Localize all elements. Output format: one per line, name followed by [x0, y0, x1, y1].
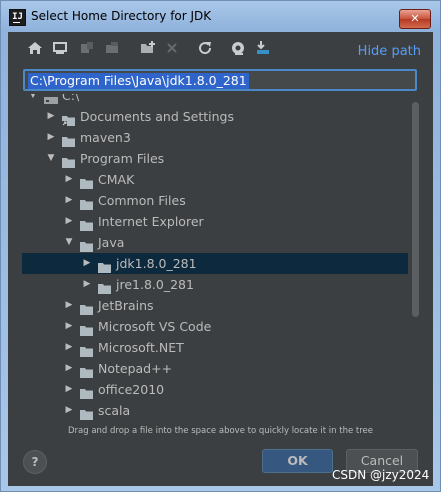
- new-folder-icon[interactable]: [139, 39, 157, 57]
- delete-icon: [163, 39, 181, 57]
- folder-icon: [80, 216, 93, 231]
- hide-path-link[interactable]: Hide path: [358, 44, 421, 59]
- expand-arrow-right-icon[interactable]: ▶: [64, 400, 74, 421]
- tree-row[interactable]: ▶ scala: [22, 400, 408, 421]
- expand-arrow-right-icon[interactable]: ▶: [82, 274, 92, 295]
- tree-row-label: office2010: [98, 382, 165, 397]
- tree-row[interactable]: ▼ Java: [22, 232, 408, 253]
- directory-tree[interactable]: ▶ scala ▶ office2010 ▶ Notepad++ ▶ Microsoft.NE…: [22, 94, 421, 421]
- tree-row-label: JetBrains: [98, 298, 154, 313]
- tree-row[interactable]: ▶ Internet Explorer: [22, 211, 408, 232]
- tree-row-label: maven3: [80, 130, 131, 145]
- window-title: Select Home Directory for JDK: [31, 9, 212, 23]
- toolbar: Hide path: [8, 32, 433, 62]
- tree-row-label: jre1.8.0_281: [116, 277, 194, 292]
- folder-icon: [80, 174, 93, 189]
- tree-row[interactable]: ▶ Common Files: [22, 190, 408, 211]
- tree-row-label: Java: [98, 235, 125, 250]
- folder-icon: [80, 300, 93, 315]
- tree-row-label: Common Files: [98, 193, 186, 208]
- expand-arrow-right-icon[interactable]: ▶: [64, 316, 74, 337]
- refresh-icon[interactable]: [196, 39, 214, 57]
- tree-row-label: Notepad++: [98, 361, 173, 376]
- folder-icon: [80, 363, 93, 378]
- tree-row-label: Program Files: [80, 151, 165, 166]
- folder-icon: [62, 153, 75, 168]
- tree-row-label: CMAK: [98, 172, 135, 187]
- tree-row[interactable]: ▶ CMAK: [22, 169, 408, 190]
- tree-row-label: Internet Explorer: [98, 214, 204, 229]
- expand-arrow-down-icon[interactable]: ▼: [28, 94, 38, 106]
- tree-row[interactable]: ▶ Microsoft.NET: [22, 337, 408, 358]
- tree-row[interactable]: ▼ Program Files: [22, 148, 408, 169]
- tree-row[interactable]: ▶ jre1.8.0_281: [22, 274, 408, 295]
- folder-icon: [80, 342, 93, 357]
- desktop-icon[interactable]: [51, 39, 69, 57]
- module-icon: [103, 39, 121, 57]
- expand-arrow-right-icon[interactable]: ▶: [46, 106, 56, 127]
- tree-row[interactable]: ▶ maven3: [22, 127, 408, 148]
- tree-row[interactable]: ▶ JetBrains: [22, 295, 408, 316]
- expand-arrow-right-icon[interactable]: ▶: [64, 295, 74, 316]
- expand-arrow-right-icon[interactable]: ▶: [64, 190, 74, 211]
- path-input-value: C:\Program Files\Java\jdk1.8.0_281: [28, 73, 249, 89]
- home-icon[interactable]: [26, 39, 44, 57]
- drag-drop-hint: Drag and drop a file into the space abov…: [67, 426, 373, 436]
- scrollbar-thumb[interactable]: [412, 102, 419, 317]
- drive-icon: [44, 94, 58, 104]
- title-bar[interactable]: IJ Select Home Directory for JDK ✕: [1, 1, 440, 32]
- watermark-text: CSDN @jzy2024: [332, 468, 430, 482]
- intellij-logo-icon: IJ: [9, 9, 26, 26]
- select-file-icon[interactable]: [254, 39, 272, 57]
- tree-row[interactable]: ▶ Documents and Settings: [22, 106, 408, 127]
- folder-icon: [62, 132, 75, 147]
- expand-arrow-down-icon[interactable]: ▼: [46, 148, 56, 169]
- tree-row[interactable]: ▶ Microsoft VS Code: [22, 316, 408, 337]
- show-hidden-icon[interactable]: [229, 39, 247, 57]
- folder-icon: [98, 279, 111, 294]
- expand-arrow-right-icon[interactable]: ▶: [64, 169, 74, 190]
- folder-icon: [80, 237, 93, 252]
- folder-icon: [80, 321, 93, 336]
- tree-row-label: scala: [98, 403, 131, 418]
- tree-row[interactable]: ▶ Notepad++: [22, 358, 408, 379]
- tree-row-label: jdk1.8.0_281: [116, 256, 197, 271]
- tree-row[interactable]: ▼ C:\: [22, 94, 408, 106]
- tree-row-label: Documents and Settings: [80, 109, 235, 124]
- dialog-window: IJ Select Home Directory for JDK ✕ Hide …: [0, 0, 441, 492]
- help-button[interactable]: ?: [23, 450, 47, 474]
- folder-icon: [80, 405, 93, 420]
- tree-row-label: C:\: [62, 94, 80, 103]
- expand-arrow-right-icon[interactable]: ▶: [64, 379, 74, 400]
- ok-button[interactable]: OK: [262, 449, 333, 473]
- folder-shortcut-icon: [62, 111, 75, 126]
- tree-row-label: Microsoft VS Code: [98, 319, 212, 334]
- tree-row[interactable]: ▶ office2010: [22, 379, 408, 400]
- tree-row-selected[interactable]: ▶ jdk1.8.0_281: [22, 253, 408, 274]
- expand-arrow-right-icon[interactable]: ▶: [64, 358, 74, 379]
- expand-arrow-right-icon[interactable]: ▶: [46, 127, 56, 148]
- project-icon: [78, 39, 96, 57]
- folder-icon: [80, 384, 93, 399]
- expand-arrow-down-icon[interactable]: ▼: [64, 232, 74, 253]
- folder-icon: [80, 195, 93, 210]
- expand-arrow-right-icon[interactable]: ▶: [64, 211, 74, 232]
- expand-arrow-right-icon[interactable]: ▶: [82, 253, 92, 274]
- path-input[interactable]: C:\Program Files\Java\jdk1.8.0_281: [23, 69, 417, 91]
- folder-icon: [98, 258, 111, 273]
- vertical-scrollbar[interactable]: [411, 94, 421, 421]
- tree-row-label: Microsoft.NET: [98, 340, 184, 355]
- expand-arrow-right-icon[interactable]: ▶: [64, 337, 74, 358]
- dialog-content: Hide path C:\Program Files\Java\jdk1.8.0…: [8, 32, 433, 486]
- close-button[interactable]: ✕: [399, 9, 431, 29]
